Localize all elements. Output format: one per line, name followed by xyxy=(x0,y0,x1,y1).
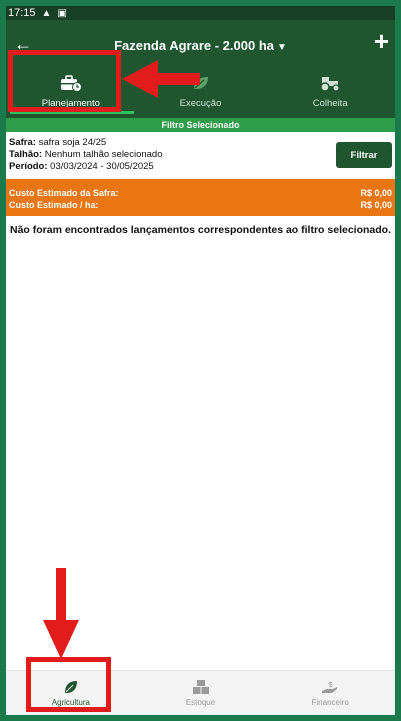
filter-strip: Filtro Selecionado xyxy=(6,118,395,132)
nav-label: Estoque xyxy=(185,698,216,707)
periodo-line: Período: 03/03/2024 - 30/05/2025 xyxy=(9,161,163,173)
cost-safra-value: R$ 0,00 xyxy=(360,188,392,198)
tractor-icon xyxy=(319,74,341,92)
annotation-box-agricultura xyxy=(26,657,111,712)
talhao-value: Nenhum talhão selecionado xyxy=(44,149,163,160)
cost-ha-value: R$ 0,00 xyxy=(360,200,392,210)
safra-key: Safra: xyxy=(9,137,36,148)
status-bar: 17:15 ▲ ▣ xyxy=(6,6,395,20)
tab-label: Colheita xyxy=(312,97,348,109)
svg-text:$: $ xyxy=(328,680,333,689)
safra-line: Safra: safra soja 24/25 xyxy=(9,137,163,149)
image-icon: ▣ xyxy=(57,7,67,19)
farm-title: Fazenda Agrare - 2.000 ha xyxy=(114,38,274,53)
hand-dollar-icon: $ xyxy=(322,680,338,694)
annotation-arrow-left xyxy=(122,60,200,98)
cost-summary: Custo Estimado da Safra: R$ 0,00 Custo E… xyxy=(6,179,395,216)
cost-ha-row: Custo Estimado / ha: R$ 0,00 xyxy=(9,200,392,210)
cost-safra-row: Custo Estimado da Safra: R$ 0,00 xyxy=(9,188,392,198)
empty-state-message: Não foram encontrados lançamentos corres… xyxy=(9,224,391,236)
plus-icon[interactable]: + xyxy=(374,28,389,54)
chevron-down-icon: ▼ xyxy=(277,42,287,53)
periodo-key: Período: xyxy=(9,161,48,172)
safra-value: safra soja 24/25 xyxy=(38,137,107,148)
talhao-line: Talhão: Nenhum talhão selecionado xyxy=(9,149,163,161)
nav-label: Financeiro xyxy=(311,698,349,707)
cost-ha-label: Custo Estimado / ha: xyxy=(9,200,99,210)
boxes-icon xyxy=(192,680,209,694)
filter-button[interactable]: Filtrar xyxy=(336,142,392,168)
annotation-box-planejamento xyxy=(8,50,121,112)
nav-estoque[interactable]: Estoque xyxy=(136,671,266,715)
tab-colheita[interactable]: Colheita xyxy=(265,64,395,118)
warning-icon: ▲ xyxy=(41,7,52,19)
nav-financeiro[interactable]: $ Financeiro xyxy=(265,671,395,715)
status-time: 17:15 xyxy=(8,7,36,19)
filter-summary: Safra: safra soja 24/25 Talhão: Nenhum t… xyxy=(9,137,163,173)
talhao-key: Talhão: xyxy=(9,149,43,160)
cost-safra-label: Custo Estimado da Safra: xyxy=(9,188,119,198)
periodo-value: 03/03/2024 - 30/05/2025 xyxy=(50,161,154,172)
annotation-arrow-down xyxy=(43,568,79,659)
